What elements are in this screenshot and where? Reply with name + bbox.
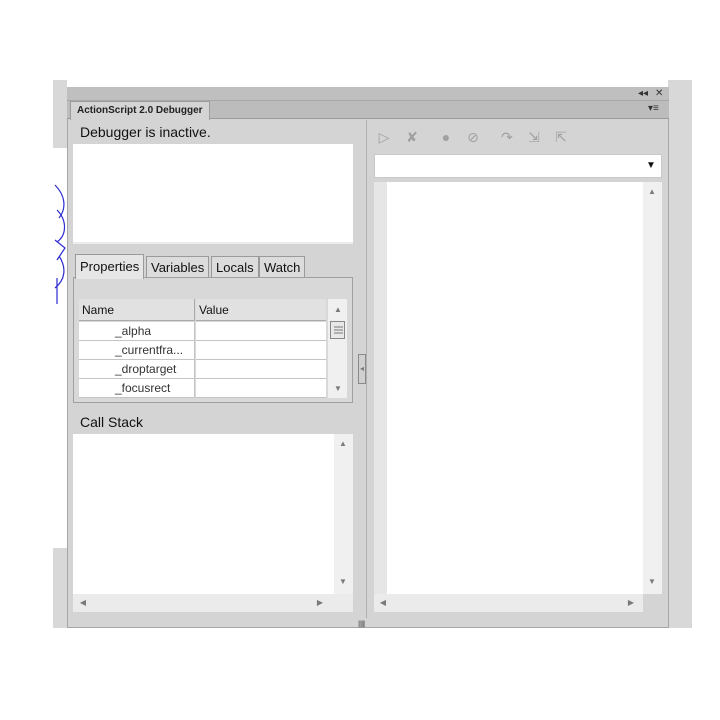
step-in-icon[interactable]: ⇲: [525, 128, 543, 146]
callstack-hscrollbar[interactable]: [73, 594, 353, 612]
tab-variables[interactable]: Variables: [146, 256, 210, 278]
splitter-handle[interactable]: ◂: [358, 354, 366, 384]
panel-tab-debugger[interactable]: ActionScript 2.0 Debugger: [70, 101, 210, 120]
step-over-icon[interactable]: ↷: [498, 128, 516, 146]
tab-watch[interactable]: Watch: [259, 256, 306, 278]
scroll-left-icon[interactable]: ◀: [378, 598, 388, 608]
property-value[interactable]: [196, 360, 326, 379]
chevron-down-icon[interactable]: ▼: [646, 160, 656, 171]
scroll-up-icon[interactable]: ▲: [332, 305, 344, 315]
column-header-name[interactable]: Name: [79, 299, 195, 321]
scroll-down-icon[interactable]: ▼: [332, 384, 344, 394]
property-value[interactable]: [196, 341, 326, 360]
code-view[interactable]: [387, 182, 643, 594]
debugger-status: Debugger is inactive.: [80, 124, 211, 140]
scroll-up-icon[interactable]: ▲: [646, 187, 658, 197]
stop-debugging-icon[interactable]: ✘: [403, 128, 421, 146]
collapse-left-icon: ◂: [359, 364, 364, 373]
tab-properties[interactable]: Properties: [75, 254, 145, 279]
property-name[interactable]: _droptarget: [79, 360, 195, 379]
grip-icon: [334, 326, 343, 334]
property-value[interactable]: [196, 379, 326, 398]
scroll-right-icon[interactable]: ▶: [626, 598, 636, 608]
close-panel-icon[interactable]: ✕: [655, 87, 663, 100]
property-value[interactable]: [196, 322, 326, 341]
callstack-list[interactable]: [73, 434, 353, 594]
background-strip-right: [668, 80, 692, 628]
property-name[interactable]: _currentfra...: [79, 341, 195, 360]
property-name[interactable]: _focusrect: [79, 379, 195, 398]
step-out-icon[interactable]: ⇱: [552, 128, 570, 146]
panel-menu-icon[interactable]: ▾≡: [648, 103, 659, 115]
scroll-down-icon[interactable]: ▼: [337, 577, 349, 587]
movie-list[interactable]: [73, 144, 353, 244]
scroll-left-icon[interactable]: ◀: [78, 598, 88, 608]
column-header-value[interactable]: Value: [196, 299, 326, 321]
callstack-scrollbar[interactable]: [334, 434, 353, 594]
continue-icon[interactable]: ▷: [375, 128, 393, 146]
tab-locals[interactable]: Locals: [211, 256, 259, 278]
collapse-panel-icon[interactable]: ◂◂: [638, 87, 648, 100]
scroll-right-icon[interactable]: ▶: [315, 598, 325, 608]
scroll-down-icon[interactable]: ▼: [646, 577, 658, 587]
pane-divider[interactable]: [366, 120, 367, 618]
code-hscrollbar[interactable]: [374, 594, 643, 612]
script-dropdown[interactable]: [374, 154, 662, 178]
resize-grip-icon[interactable]: ||||||||: [358, 621, 365, 628]
breakpoint-gutter[interactable]: [374, 182, 387, 594]
property-name[interactable]: _alpha: [79, 322, 195, 341]
panel-title-strip[interactable]: [67, 87, 669, 101]
callstack-title: Call Stack: [80, 414, 144, 430]
scroll-up-icon[interactable]: ▲: [337, 439, 349, 449]
scrollbar-thumb[interactable]: [330, 321, 345, 339]
remove-all-breakpoints-icon[interactable]: ⊘: [464, 128, 482, 146]
toggle-breakpoint-icon[interactable]: ●: [437, 128, 455, 146]
code-scrollbar[interactable]: [643, 182, 662, 594]
